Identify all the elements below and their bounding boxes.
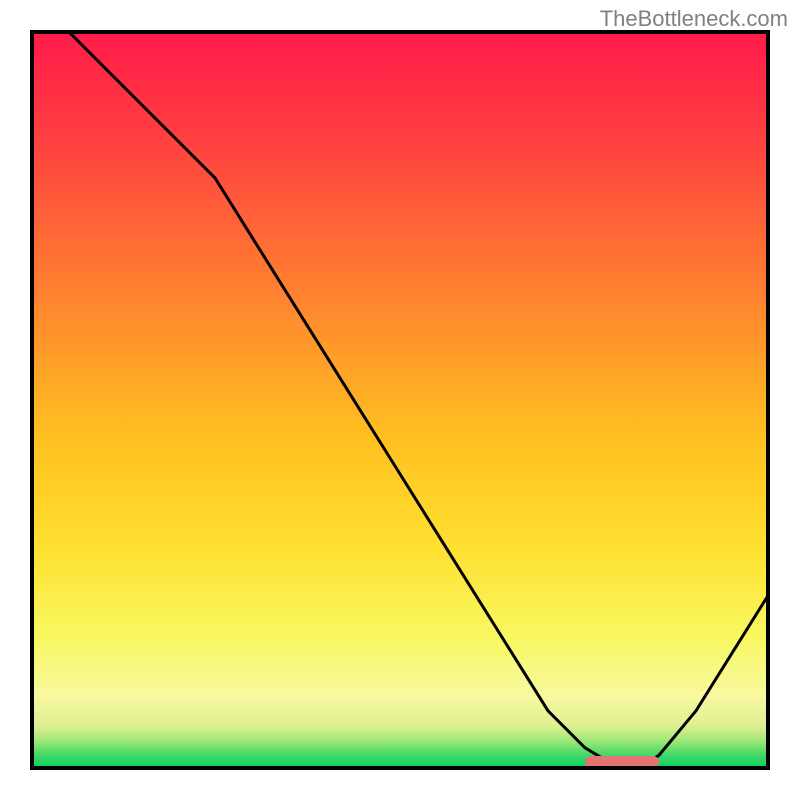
chart-svg — [30, 30, 770, 770]
chart-container: TheBottleneck.com — [0, 0, 800, 800]
chart-plot-area — [30, 30, 770, 770]
watermark-text: TheBottleneck.com — [600, 6, 788, 32]
gradient-background — [30, 30, 770, 770]
optimum-marker — [585, 756, 659, 768]
